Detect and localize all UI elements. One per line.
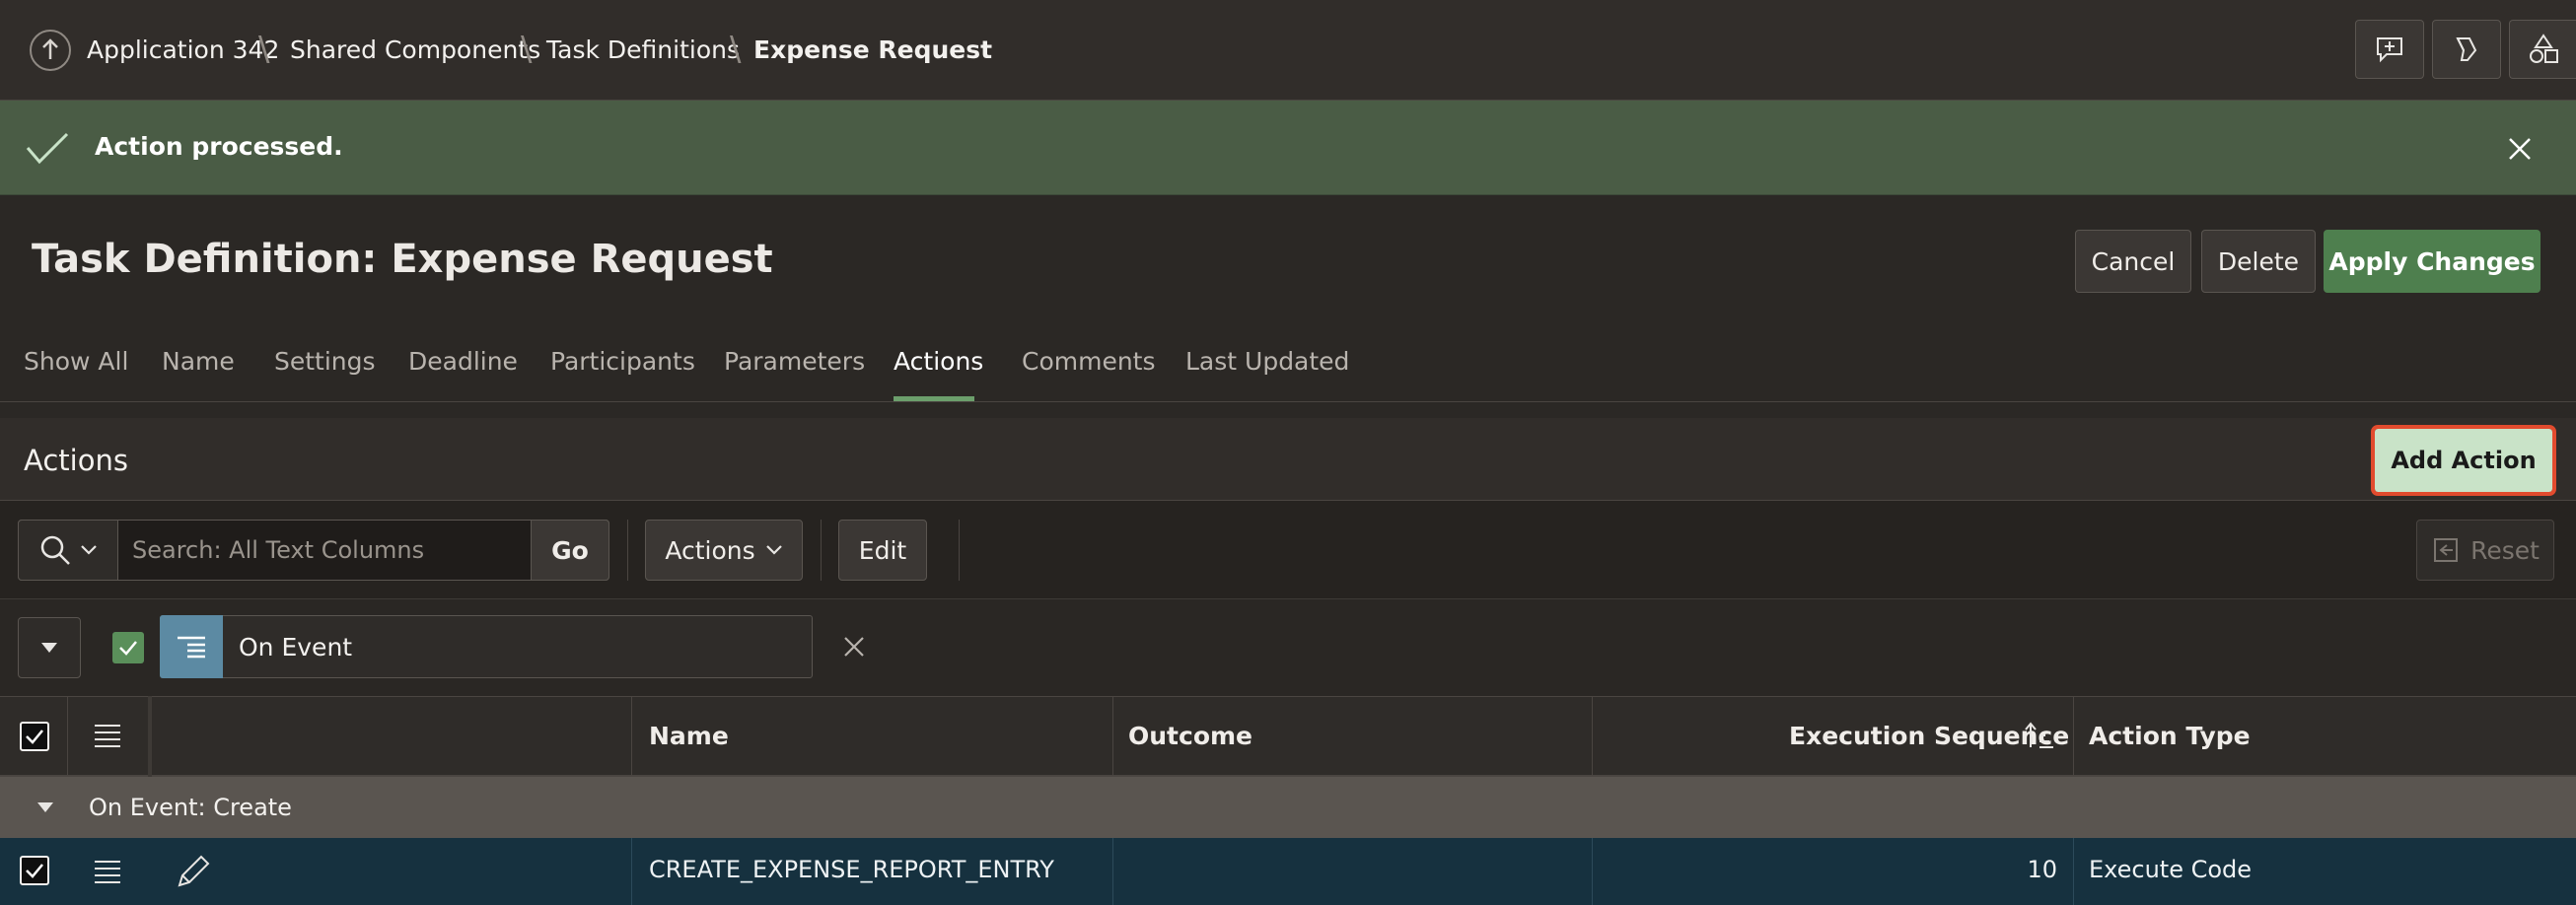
- breadcrumb-separator: \: [730, 30, 742, 69]
- breadcrumb-shared-components[interactable]: Shared Components: [290, 35, 540, 64]
- breadcrumb-application[interactable]: Application 342: [87, 35, 279, 64]
- edit-button[interactable]: Edit: [838, 520, 927, 581]
- tab-comments[interactable]: Comments: [1022, 347, 1156, 376]
- reset-icon: [2434, 538, 2459, 562]
- tab-settings[interactable]: Settings: [274, 347, 376, 376]
- section-tabs: Show All Name Settings Deadline Particip…: [0, 335, 2576, 402]
- breadcrumb-separator: \: [521, 30, 533, 69]
- column-divider: [2073, 838, 2074, 905]
- search-icon: [40, 535, 70, 565]
- close-icon: [844, 637, 864, 657]
- triangle-down-icon[interactable]: [36, 801, 55, 814]
- column-header-outcome[interactable]: Outcome: [1128, 722, 1252, 750]
- tab-actions[interactable]: Actions: [894, 347, 983, 376]
- page-title: Task Definition: Expense Request: [32, 237, 773, 282]
- chevron-down-icon: [81, 545, 97, 555]
- success-banner: Action processed.: [0, 101, 2576, 195]
- column-divider: [1112, 838, 1113, 905]
- feedback-button[interactable]: [2355, 20, 2424, 79]
- toolbar-divider: [821, 520, 822, 581]
- go-button[interactable]: Go: [531, 520, 609, 581]
- banner-message: Action processed.: [95, 132, 343, 161]
- check-icon: [26, 864, 43, 878]
- column-divider: [1592, 696, 1593, 777]
- row-select-checkbox[interactable]: [20, 856, 49, 885]
- toolbar-divider: [627, 520, 628, 581]
- toolbar-divider: [959, 520, 960, 581]
- cell-name[interactable]: CREATE_EXPENSE_REPORT_ENTRY: [649, 856, 1054, 883]
- control-break-label: On Event: [239, 633, 353, 661]
- top-bar: Application 342 \ Shared Components \ Ta…: [0, 0, 2576, 101]
- active-tab-indicator: [894, 396, 974, 401]
- actions-menu-label: Actions: [665, 535, 755, 565]
- marker-icon: [2456, 37, 2477, 61]
- search-column-selector[interactable]: [18, 520, 118, 581]
- breadcrumb-task-definitions[interactable]: Task Definitions: [546, 35, 740, 64]
- check-icon: [26, 730, 43, 744]
- cell-execution-sequence[interactable]: 10: [1592, 856, 2057, 883]
- column-divider: [1112, 696, 1113, 777]
- remove-filter-button[interactable]: [838, 631, 870, 662]
- row-menu-icon[interactable]: [93, 858, 122, 885]
- chat-plus-icon: [2377, 37, 2402, 63]
- apply-changes-button[interactable]: Apply Changes: [2324, 230, 2540, 293]
- breadcrumb-current: Expense Request: [753, 35, 993, 64]
- close-icon[interactable]: [2507, 136, 2533, 162]
- shared-components-button[interactable]: [2509, 20, 2576, 79]
- cell-action-type[interactable]: Execute Code: [2089, 856, 2252, 883]
- tab-participants[interactable]: Participants: [550, 347, 695, 376]
- debug-button[interactable]: [2432, 20, 2501, 79]
- reset-label: Reset: [2470, 535, 2540, 565]
- cancel-button[interactable]: Cancel: [2075, 230, 2191, 293]
- control-break-row[interactable]: [0, 777, 2576, 838]
- tab-parameters[interactable]: Parameters: [724, 347, 865, 376]
- delete-button[interactable]: Delete: [2201, 230, 2316, 293]
- tab-name[interactable]: Name: [162, 347, 235, 376]
- select-all-checkbox[interactable]: [20, 722, 49, 751]
- column-divider: [631, 696, 632, 777]
- arrow-up-circle-icon[interactable]: [30, 30, 71, 71]
- actions-menu-button[interactable]: Actions: [645, 520, 803, 581]
- group-label: On Event: Create: [89, 794, 292, 821]
- search-input[interactable]: [120, 521, 529, 580]
- chevron-down-icon: [765, 545, 782, 555]
- actions-region-header: [0, 418, 2576, 501]
- column-header-action-type[interactable]: Action Type: [2089, 722, 2251, 750]
- triangle-down-icon: [41, 643, 57, 653]
- edit-pencil-icon[interactable]: [174, 852, 213, 891]
- add-action-button[interactable]: Add Action: [2371, 425, 2556, 496]
- check-icon: [26, 132, 69, 165]
- sort-ascending-icon[interactable]: [2024, 720, 2057, 751]
- region-title: Actions: [24, 444, 128, 477]
- column-divider: [631, 838, 632, 905]
- tab-deadline[interactable]: Deadline: [408, 347, 518, 376]
- column-divider: [2073, 696, 2074, 777]
- row-actions-icon[interactable]: [93, 722, 122, 749]
- breadcrumb-separator: \: [258, 30, 270, 69]
- column-header-name[interactable]: Name: [649, 722, 729, 750]
- tab-show-all[interactable]: Show All: [24, 347, 128, 376]
- check-icon: [119, 641, 137, 656]
- filter-enabled-checkbox[interactable]: [112, 632, 144, 663]
- reset-button[interactable]: Reset: [2416, 520, 2554, 581]
- tab-last-updated[interactable]: Last Updated: [1185, 347, 1349, 376]
- control-break-icon: [160, 615, 223, 678]
- shapes-icon: [2529, 34, 2558, 63]
- collapse-filters-button[interactable]: [18, 617, 81, 678]
